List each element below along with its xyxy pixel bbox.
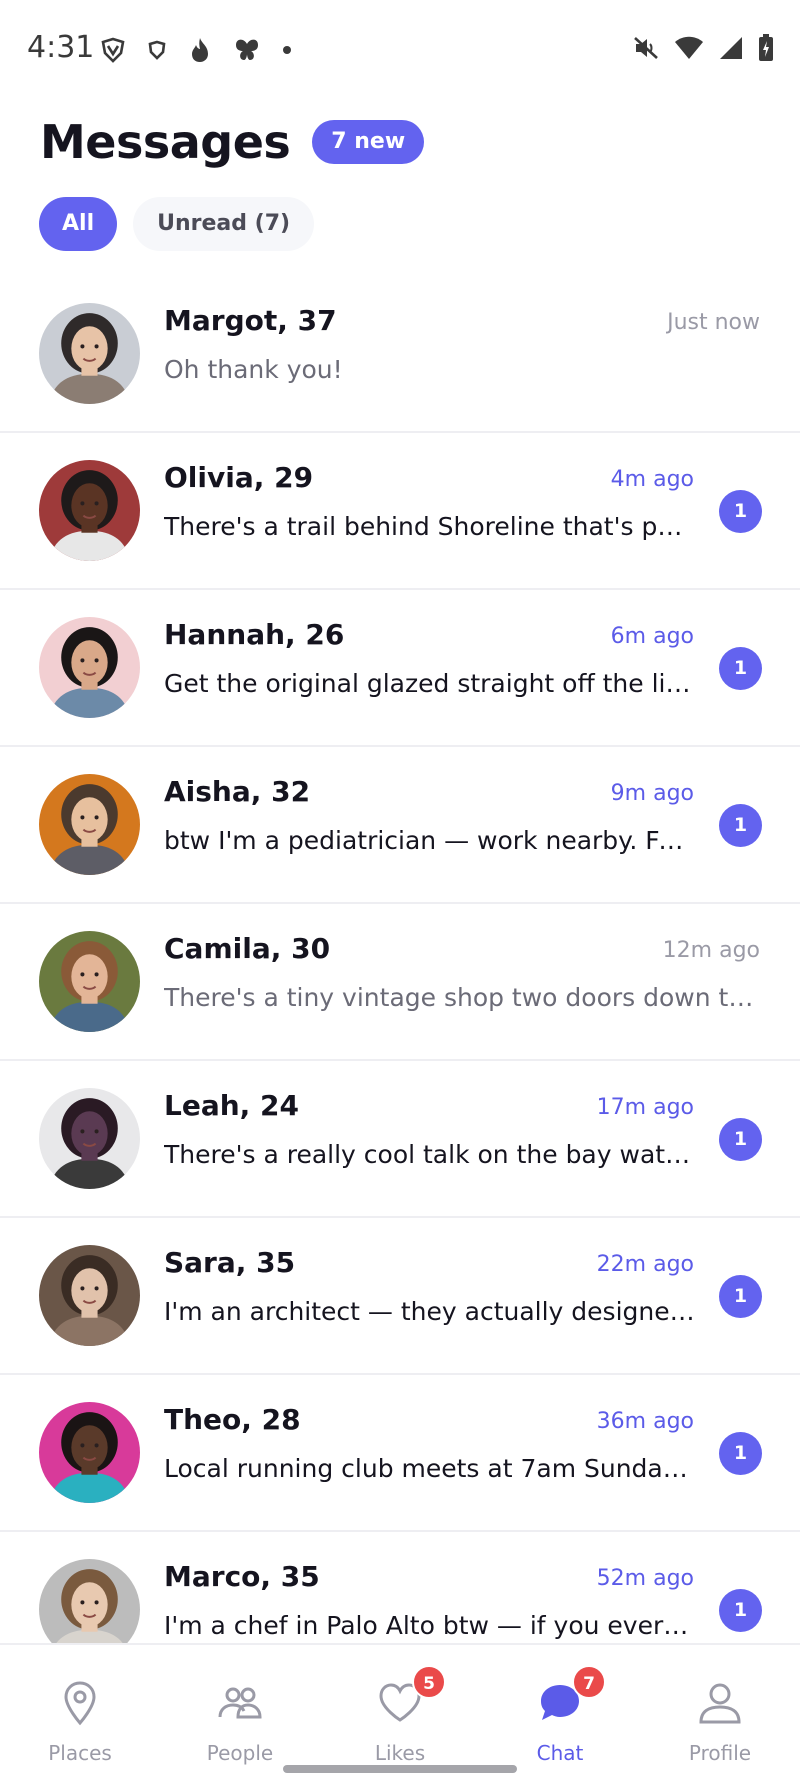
page-title: Messages: [40, 115, 291, 169]
unread-count-badge: 1: [719, 1118, 762, 1161]
nav-profile-label: Profile: [688, 1741, 752, 1765]
message-preview: There's a tiny vintage shop two doors do…: [164, 983, 764, 1012]
contact-name: Margot, 37: [164, 304, 337, 337]
nav-chat-label: Chat: [536, 1741, 584, 1765]
vpn-shield-icon: [101, 37, 125, 63]
unread-count-badge: 1: [719, 1275, 762, 1318]
message-time: 36m ago: [596, 1409, 694, 1434]
conversation-row[interactable]: Sara, 35 22m ago I'm an architect — they a…: [0, 1218, 800, 1375]
message-time: 17m ago: [596, 1095, 694, 1120]
message-preview: Local running club meets at 7am Sunday m…: [164, 1454, 696, 1483]
avatar[interactable]: [39, 617, 140, 718]
message-time: 12m ago: [662, 938, 760, 963]
conversation-row[interactable]: Camila, 30 12m ago There's a tiny vintage …: [0, 904, 800, 1061]
unread-count-badge: 1: [719, 1432, 762, 1475]
butterfly-icon: [236, 39, 258, 60]
battery-charging-icon: [759, 34, 773, 61]
user-icon: [699, 1683, 741, 1724]
avatar[interactable]: [39, 303, 140, 404]
conversation-row[interactable]: Marco, 35 52m ago I'm a chef in Palo Alto …: [0, 1532, 800, 1644]
people-icon: [218, 1687, 262, 1719]
conversation-row[interactable]: Olivia, 29 4m ago There's a trail behind S…: [0, 433, 800, 590]
avatar-portrait: [39, 774, 140, 875]
home-indicator: [283, 1765, 517, 1773]
message-time: 22m ago: [596, 1252, 694, 1277]
message-time: 4m ago: [610, 467, 694, 492]
contact-name: Aisha, 32: [164, 775, 311, 808]
status-right-icons: [632, 34, 774, 62]
conversation-row[interactable]: Margot, 37 Just now Oh thank you!: [0, 276, 800, 433]
shield-small-icon: [148, 40, 166, 60]
status-bar: 4:31: [0, 0, 800, 104]
contact-name: Hannah, 26: [164, 618, 345, 651]
nav-profile[interactable]: Profile: [640, 1645, 800, 1775]
nav-places-label: Places: [48, 1741, 112, 1765]
avatar-portrait: [39, 1402, 140, 1503]
unread-count-badge: 1: [719, 647, 762, 690]
location-pin-icon: [64, 1681, 96, 1726]
contact-name: Marco, 35: [164, 1560, 320, 1593]
avatar-portrait: [39, 931, 140, 1032]
conversation-row[interactable]: Hannah, 26 6m ago Get the original glazed …: [0, 590, 800, 747]
avatar-portrait: [39, 1088, 140, 1189]
notification-dot-icon: [283, 46, 291, 54]
avatar-portrait: [39, 617, 140, 718]
nav-places[interactable]: Places: [0, 1645, 160, 1775]
message-time: 52m ago: [596, 1566, 694, 1591]
message-time: 9m ago: [610, 781, 694, 806]
message-preview: btw I'm a pediatrician — work nearby. Fu…: [164, 826, 696, 855]
filter-unread-chip[interactable]: Unread (7): [133, 197, 315, 251]
signal-icon: [720, 37, 742, 59]
filter-all-chip[interactable]: All: [39, 197, 118, 251]
wifi-icon: [675, 36, 703, 59]
message-preview: There's a trail behind Shoreline that's …: [164, 512, 696, 541]
unread-count-badge: 1: [719, 490, 762, 533]
avatar[interactable]: [39, 1245, 140, 1346]
new-messages-badge: 7 new: [312, 120, 425, 164]
conversation-row[interactable]: Aisha, 32 9m ago btw I'm a pediatrician — …: [0, 747, 800, 904]
avatar[interactable]: [39, 1402, 140, 1503]
conversation-row[interactable]: Theo, 28 36m ago Local running club meets …: [0, 1375, 800, 1532]
message-preview: I'm an architect — they actually designe…: [164, 1297, 696, 1326]
avatar-portrait: [39, 1559, 140, 1644]
message-preview: Get the original glazed straight off the…: [164, 669, 696, 698]
chat-badge: 7: [572, 1665, 606, 1699]
mute-icon: [634, 37, 658, 59]
nav-likes-label: Likes: [374, 1741, 426, 1765]
conversation-list[interactable]: Margot, 37 Just now Oh thank you! Olivia, 2…: [0, 276, 800, 1644]
message-time: Just now: [667, 310, 760, 335]
flame-icon: [192, 38, 208, 62]
status-left-icons: [100, 36, 292, 64]
avatar[interactable]: [39, 931, 140, 1032]
filter-chips: All Unread (7): [39, 197, 315, 251]
message-preview: I'm a chef in Palo Alto btw — if you eve…: [164, 1611, 696, 1640]
contact-name: Theo, 28: [164, 1403, 301, 1436]
avatar[interactable]: [39, 1088, 140, 1189]
avatar-portrait: [39, 303, 140, 404]
avatar[interactable]: [39, 1559, 140, 1644]
avatar[interactable]: [39, 460, 140, 561]
status-time: 4:31: [27, 30, 95, 65]
unread-count-badge: 1: [719, 1589, 762, 1632]
avatar-portrait: [39, 460, 140, 561]
message-preview: Oh thank you!: [164, 355, 343, 384]
likes-badge: 5: [412, 1665, 446, 1699]
contact-name: Leah, 24: [164, 1089, 300, 1122]
message-preview: There's a really cool talk on the bay wa…: [164, 1140, 696, 1169]
conversation-row[interactable]: Leah, 24 17m ago There's a really cool tal…: [0, 1061, 800, 1218]
contact-name: Sara, 35: [164, 1246, 296, 1279]
unread-count-badge: 1: [719, 804, 762, 847]
nav-chat[interactable]: 7 Chat: [480, 1645, 640, 1775]
nav-people-label: People: [206, 1741, 274, 1765]
contact-name: Camila, 30: [164, 932, 331, 965]
nav-likes[interactable]: 5 Likes: [320, 1645, 480, 1775]
contact-name: Olivia, 29: [164, 461, 314, 494]
header: Messages 7 new: [40, 112, 425, 172]
message-time: 6m ago: [610, 624, 694, 649]
avatar-portrait: [39, 1245, 140, 1346]
nav-people[interactable]: People: [160, 1645, 320, 1775]
avatar[interactable]: [39, 774, 140, 875]
